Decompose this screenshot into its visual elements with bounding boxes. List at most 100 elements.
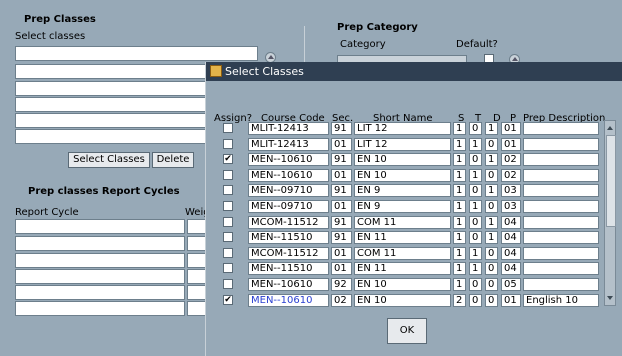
scrollbar[interactable] <box>604 120 616 306</box>
assign-checkbox[interactable] <box>223 279 233 289</box>
weight-field[interactable] <box>187 236 207 251</box>
t-cell[interactable]: 0 <box>469 184 482 198</box>
code-cell[interactable]: MLIT-12413 <box>248 122 329 135</box>
delete-button[interactable]: Delete <box>152 152 194 168</box>
code-cell[interactable]: MEN--09710 <box>248 200 329 213</box>
sec-cell[interactable]: 91 <box>331 153 352 167</box>
scroll-down-arrow[interactable] <box>606 293 614 303</box>
short-cell[interactable]: EN 9 <box>354 200 451 213</box>
assign-checkbox[interactable] <box>223 138 233 149</box>
t-cell[interactable]: 0 <box>469 278 482 291</box>
class-field-6[interactable] <box>15 129 215 144</box>
sec-cell[interactable]: 01 <box>331 246 352 260</box>
t-cell[interactable]: 1 <box>469 168 482 182</box>
report-cycle-field[interactable] <box>15 269 185 284</box>
code-cell[interactable]: MCOM-11512 <box>248 215 329 229</box>
desc-cell[interactable] <box>523 168 599 182</box>
desc-cell[interactable] <box>523 200 599 213</box>
class-field-1[interactable] <box>15 46 258 61</box>
weight-field[interactable] <box>187 269 207 284</box>
short-cell[interactable]: LIT 12 <box>354 137 451 151</box>
sec-cell[interactable]: 92 <box>331 278 352 291</box>
d-cell[interactable]: 0 <box>485 278 498 291</box>
code-cell[interactable]: MLIT-12413 <box>248 137 329 151</box>
short-cell[interactable]: EN 9 <box>354 184 451 198</box>
t-cell[interactable]: 0 <box>469 153 482 167</box>
code-cell[interactable]: MEN--11510 <box>248 231 329 245</box>
p-cell[interactable]: 01 <box>501 293 521 307</box>
s-cell[interactable]: 2 <box>453 293 466 307</box>
code-cell[interactable]: MEN--10610 <box>248 278 329 291</box>
s-cell[interactable]: 1 <box>453 184 466 198</box>
assign-checkbox[interactable]: ✔ <box>223 294 233 305</box>
code-cell[interactable]: MEN--10610 <box>248 293 329 307</box>
s-cell[interactable]: 1 <box>453 215 466 229</box>
s-cell[interactable]: 1 <box>453 278 466 291</box>
s-cell[interactable]: 1 <box>453 262 466 276</box>
assign-checkbox[interactable] <box>223 216 233 227</box>
short-cell[interactable]: EN 10 <box>354 153 451 167</box>
assign-checkbox[interactable] <box>223 185 233 196</box>
t-cell[interactable]: 0 <box>469 215 482 229</box>
class-field-4[interactable] <box>15 97 215 112</box>
dialog-titlebar[interactable]: Select Classes <box>206 62 622 81</box>
sec-cell[interactable]: 91 <box>331 184 352 198</box>
d-cell[interactable]: 0 <box>485 168 498 182</box>
d-cell[interactable]: 1 <box>485 122 498 135</box>
d-cell[interactable]: 0 <box>485 200 498 213</box>
sec-cell[interactable]: 91 <box>331 231 352 245</box>
ok-button[interactable]: OK <box>387 318 427 344</box>
report-cycle-field[interactable] <box>15 285 185 300</box>
report-cycle-field[interactable] <box>15 236 185 251</box>
s-cell[interactable]: 1 <box>453 231 466 245</box>
short-cell[interactable]: COM 11 <box>354 246 451 260</box>
code-cell[interactable]: MEN--10610 <box>248 168 329 182</box>
desc-cell[interactable] <box>523 246 599 260</box>
short-cell[interactable]: COM 11 <box>354 215 451 229</box>
desc-cell[interactable] <box>523 137 599 151</box>
code-cell[interactable]: MCOM-11512 <box>248 246 329 260</box>
p-cell[interactable]: 04 <box>501 262 521 276</box>
assign-checkbox[interactable] <box>223 232 233 243</box>
sec-cell[interactable]: 91 <box>331 122 352 135</box>
p-cell[interactable]: 02 <box>501 168 521 182</box>
t-cell[interactable]: 0 <box>469 231 482 245</box>
d-cell[interactable]: 1 <box>485 184 498 198</box>
assign-checkbox[interactable] <box>223 201 233 211</box>
weight-field[interactable] <box>187 219 207 234</box>
assign-checkbox[interactable] <box>223 123 233 133</box>
d-cell[interactable]: 0 <box>485 262 498 276</box>
t-cell[interactable]: 1 <box>469 262 482 276</box>
s-cell[interactable]: 1 <box>453 122 466 135</box>
select-classes-button[interactable]: Select Classes <box>68 152 150 168</box>
p-cell[interactable]: 01 <box>501 122 521 135</box>
desc-cell[interactable] <box>523 153 599 167</box>
s-cell[interactable]: 1 <box>453 153 466 167</box>
assign-checkbox[interactable] <box>223 263 233 274</box>
sec-cell[interactable]: 01 <box>331 168 352 182</box>
p-cell[interactable]: 04 <box>501 215 521 229</box>
code-cell[interactable]: MEN--10610 <box>248 153 329 167</box>
t-cell[interactable]: 1 <box>469 246 482 260</box>
d-cell[interactable]: 0 <box>485 246 498 260</box>
p-cell[interactable]: 01 <box>501 137 521 151</box>
desc-cell[interactable]: English 10 <box>523 293 599 307</box>
class-field-5[interactable] <box>15 113 215 128</box>
assign-checkbox[interactable] <box>223 247 233 258</box>
p-cell[interactable]: 02 <box>501 153 521 167</box>
s-cell[interactable]: 1 <box>453 200 466 213</box>
assign-checkbox[interactable] <box>223 169 233 180</box>
d-cell[interactable]: 1 <box>485 153 498 167</box>
sec-cell[interactable]: 02 <box>331 293 352 307</box>
short-cell[interactable]: EN 11 <box>354 262 451 276</box>
s-cell[interactable]: 1 <box>453 137 466 151</box>
desc-cell[interactable] <box>523 262 599 276</box>
class-field-2[interactable] <box>15 64 215 79</box>
weight-field[interactable] <box>187 285 207 300</box>
desc-cell[interactable] <box>523 231 599 245</box>
sec-cell[interactable]: 01 <box>331 200 352 213</box>
class-field-3[interactable] <box>15 81 215 96</box>
desc-cell[interactable] <box>523 122 599 135</box>
t-cell[interactable]: 1 <box>469 137 482 151</box>
desc-cell[interactable] <box>523 278 599 291</box>
